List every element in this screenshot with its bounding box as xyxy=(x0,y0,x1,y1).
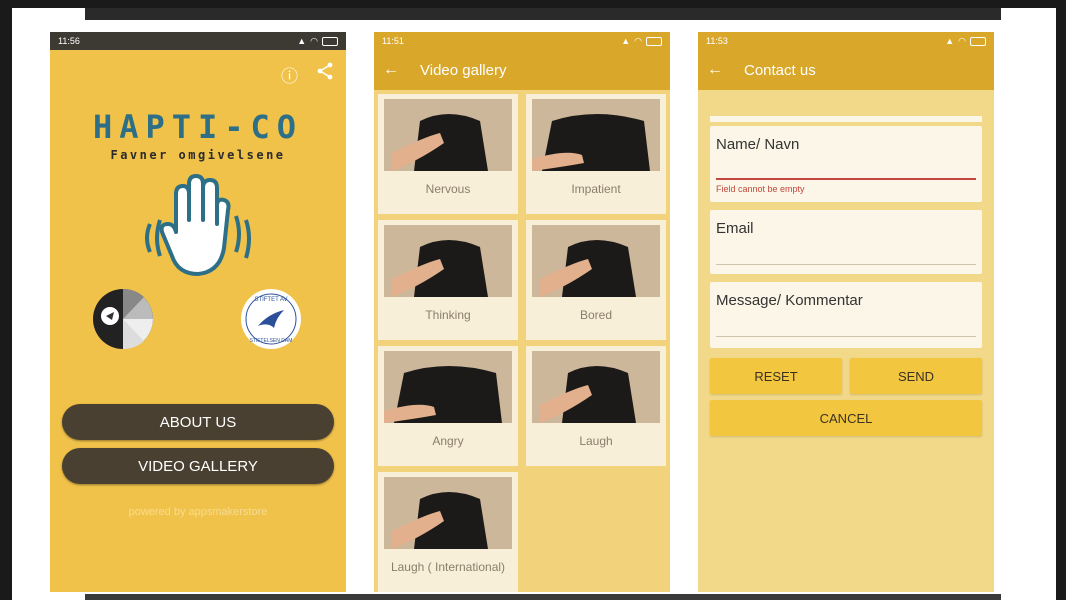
status-bar: 11:51 ▲ ◠ xyxy=(374,32,670,50)
name-field[interactable]: Name/ Navn Field cannot be empty xyxy=(710,126,982,202)
status-icons: ▲ ◠ xyxy=(621,36,662,47)
video-tile[interactable]: Laugh ( International) xyxy=(378,472,518,592)
svg-text:STIFTELSEN DAM: STIFTELSEN DAM xyxy=(250,338,293,344)
back-arrow-icon[interactable]: ← xyxy=(698,61,732,79)
frame-top-bar xyxy=(85,8,1001,20)
video-tile[interactable]: Bored xyxy=(526,220,666,340)
video-thumbnail xyxy=(532,351,660,423)
battery-icon xyxy=(970,36,986,46)
cancel-button[interactable]: CANCEL xyxy=(710,400,982,436)
name-field-underline xyxy=(716,178,976,180)
home-screen: 11:56 ▲ ◠ ⓘ HAPTI-CO Favner omgivelsene xyxy=(50,32,346,592)
waving-hand-icon xyxy=(145,174,251,276)
video-gallery-button[interactable]: VIDEO GALLERY xyxy=(62,448,334,484)
battery-icon xyxy=(646,36,662,46)
screen-title: Contact us xyxy=(744,61,816,79)
home-toolbar: ⓘ xyxy=(281,62,334,87)
powered-by-text[interactable]: powered by appsmakerstore xyxy=(50,506,346,518)
hand-gesture-logo xyxy=(93,288,153,350)
form-top-strip xyxy=(710,116,982,122)
status-icons: ▲ ◠ xyxy=(945,36,986,47)
battery-icon xyxy=(322,36,338,46)
app-bar: ← Contact us xyxy=(698,50,994,90)
video-tile-label: Nervous xyxy=(425,182,471,196)
video-tile-label: Impatient xyxy=(571,182,621,196)
info-icon[interactable]: ⓘ xyxy=(281,62,298,87)
video-gallery-screen: 11:51 ▲ ◠ ← Video gallery Nervous Impatie… xyxy=(374,32,670,592)
video-tile[interactable]: Impatient xyxy=(526,94,666,214)
status-bar: 11:56 ▲ ◠ xyxy=(50,32,346,50)
video-thumbnail xyxy=(532,99,660,171)
wifi-icon: ◠ xyxy=(310,35,318,46)
email-field-underline xyxy=(716,264,976,265)
screen-title: Video gallery xyxy=(420,61,507,79)
share-icon[interactable] xyxy=(316,62,334,87)
video-thumbnail xyxy=(384,477,512,549)
video-tile-label: Thinking xyxy=(425,308,471,322)
contact-screen: 11:53 ▲ ◠ ← Contact us Name/ Navn Field … xyxy=(698,32,994,592)
about-us-button[interactable]: ABOUT US xyxy=(62,404,334,440)
status-time: 11:56 xyxy=(58,36,80,46)
signal-icon: ▲ xyxy=(297,36,307,46)
status-time: 11:51 xyxy=(382,36,404,46)
video-tile[interactable]: Thinking xyxy=(378,220,518,340)
email-field-label: Email xyxy=(716,220,754,237)
signal-icon: ▲ xyxy=(945,36,955,46)
app-logo-title: HAPTI-CO xyxy=(92,108,304,146)
reset-button[interactable]: RESET xyxy=(710,358,842,394)
frame-bottom-bar xyxy=(85,594,1001,600)
video-tile[interactable]: Laugh xyxy=(526,346,666,466)
status-bar: 11:53 ▲ ◠ xyxy=(698,32,994,50)
svg-text:STIFTET AV: STIFTET AV xyxy=(254,297,287,303)
video-tile-label: Angry xyxy=(432,434,464,448)
message-field-label: Message/ Kommentar xyxy=(716,292,863,309)
status-icons: ▲ ◠ xyxy=(297,36,338,47)
status-time: 11:53 xyxy=(706,36,728,46)
email-field[interactable]: Email xyxy=(710,210,982,274)
video-thumbnail xyxy=(532,225,660,297)
send-button[interactable]: SEND xyxy=(850,358,982,394)
video-thumbnail xyxy=(384,99,512,171)
app-logo-subtitle: Favner omgivelsene xyxy=(110,148,286,162)
message-field-underline xyxy=(716,336,976,337)
stiftelsen-dam-seal: STIFTET AV STIFTELSEN DAM xyxy=(241,289,301,349)
wifi-icon: ◠ xyxy=(634,35,642,46)
signal-icon: ▲ xyxy=(621,36,631,46)
app-bar: ← Video gallery xyxy=(374,50,670,90)
video-thumbnail xyxy=(384,225,512,297)
name-field-label: Name/ Navn xyxy=(716,136,800,153)
video-tile-label: Bored xyxy=(579,308,613,322)
message-field[interactable]: Message/ Kommentar xyxy=(710,282,982,348)
wifi-icon: ◠ xyxy=(958,35,966,46)
video-tile-label: Laugh ( International) xyxy=(390,560,506,574)
video-tile[interactable]: Nervous xyxy=(378,94,518,214)
video-tile[interactable]: Angry xyxy=(378,346,518,466)
name-field-error: Field cannot be empty xyxy=(716,184,805,194)
video-tile-label: Laugh xyxy=(579,434,613,448)
back-arrow-icon[interactable]: ← xyxy=(374,61,408,79)
video-thumbnail xyxy=(384,351,512,423)
